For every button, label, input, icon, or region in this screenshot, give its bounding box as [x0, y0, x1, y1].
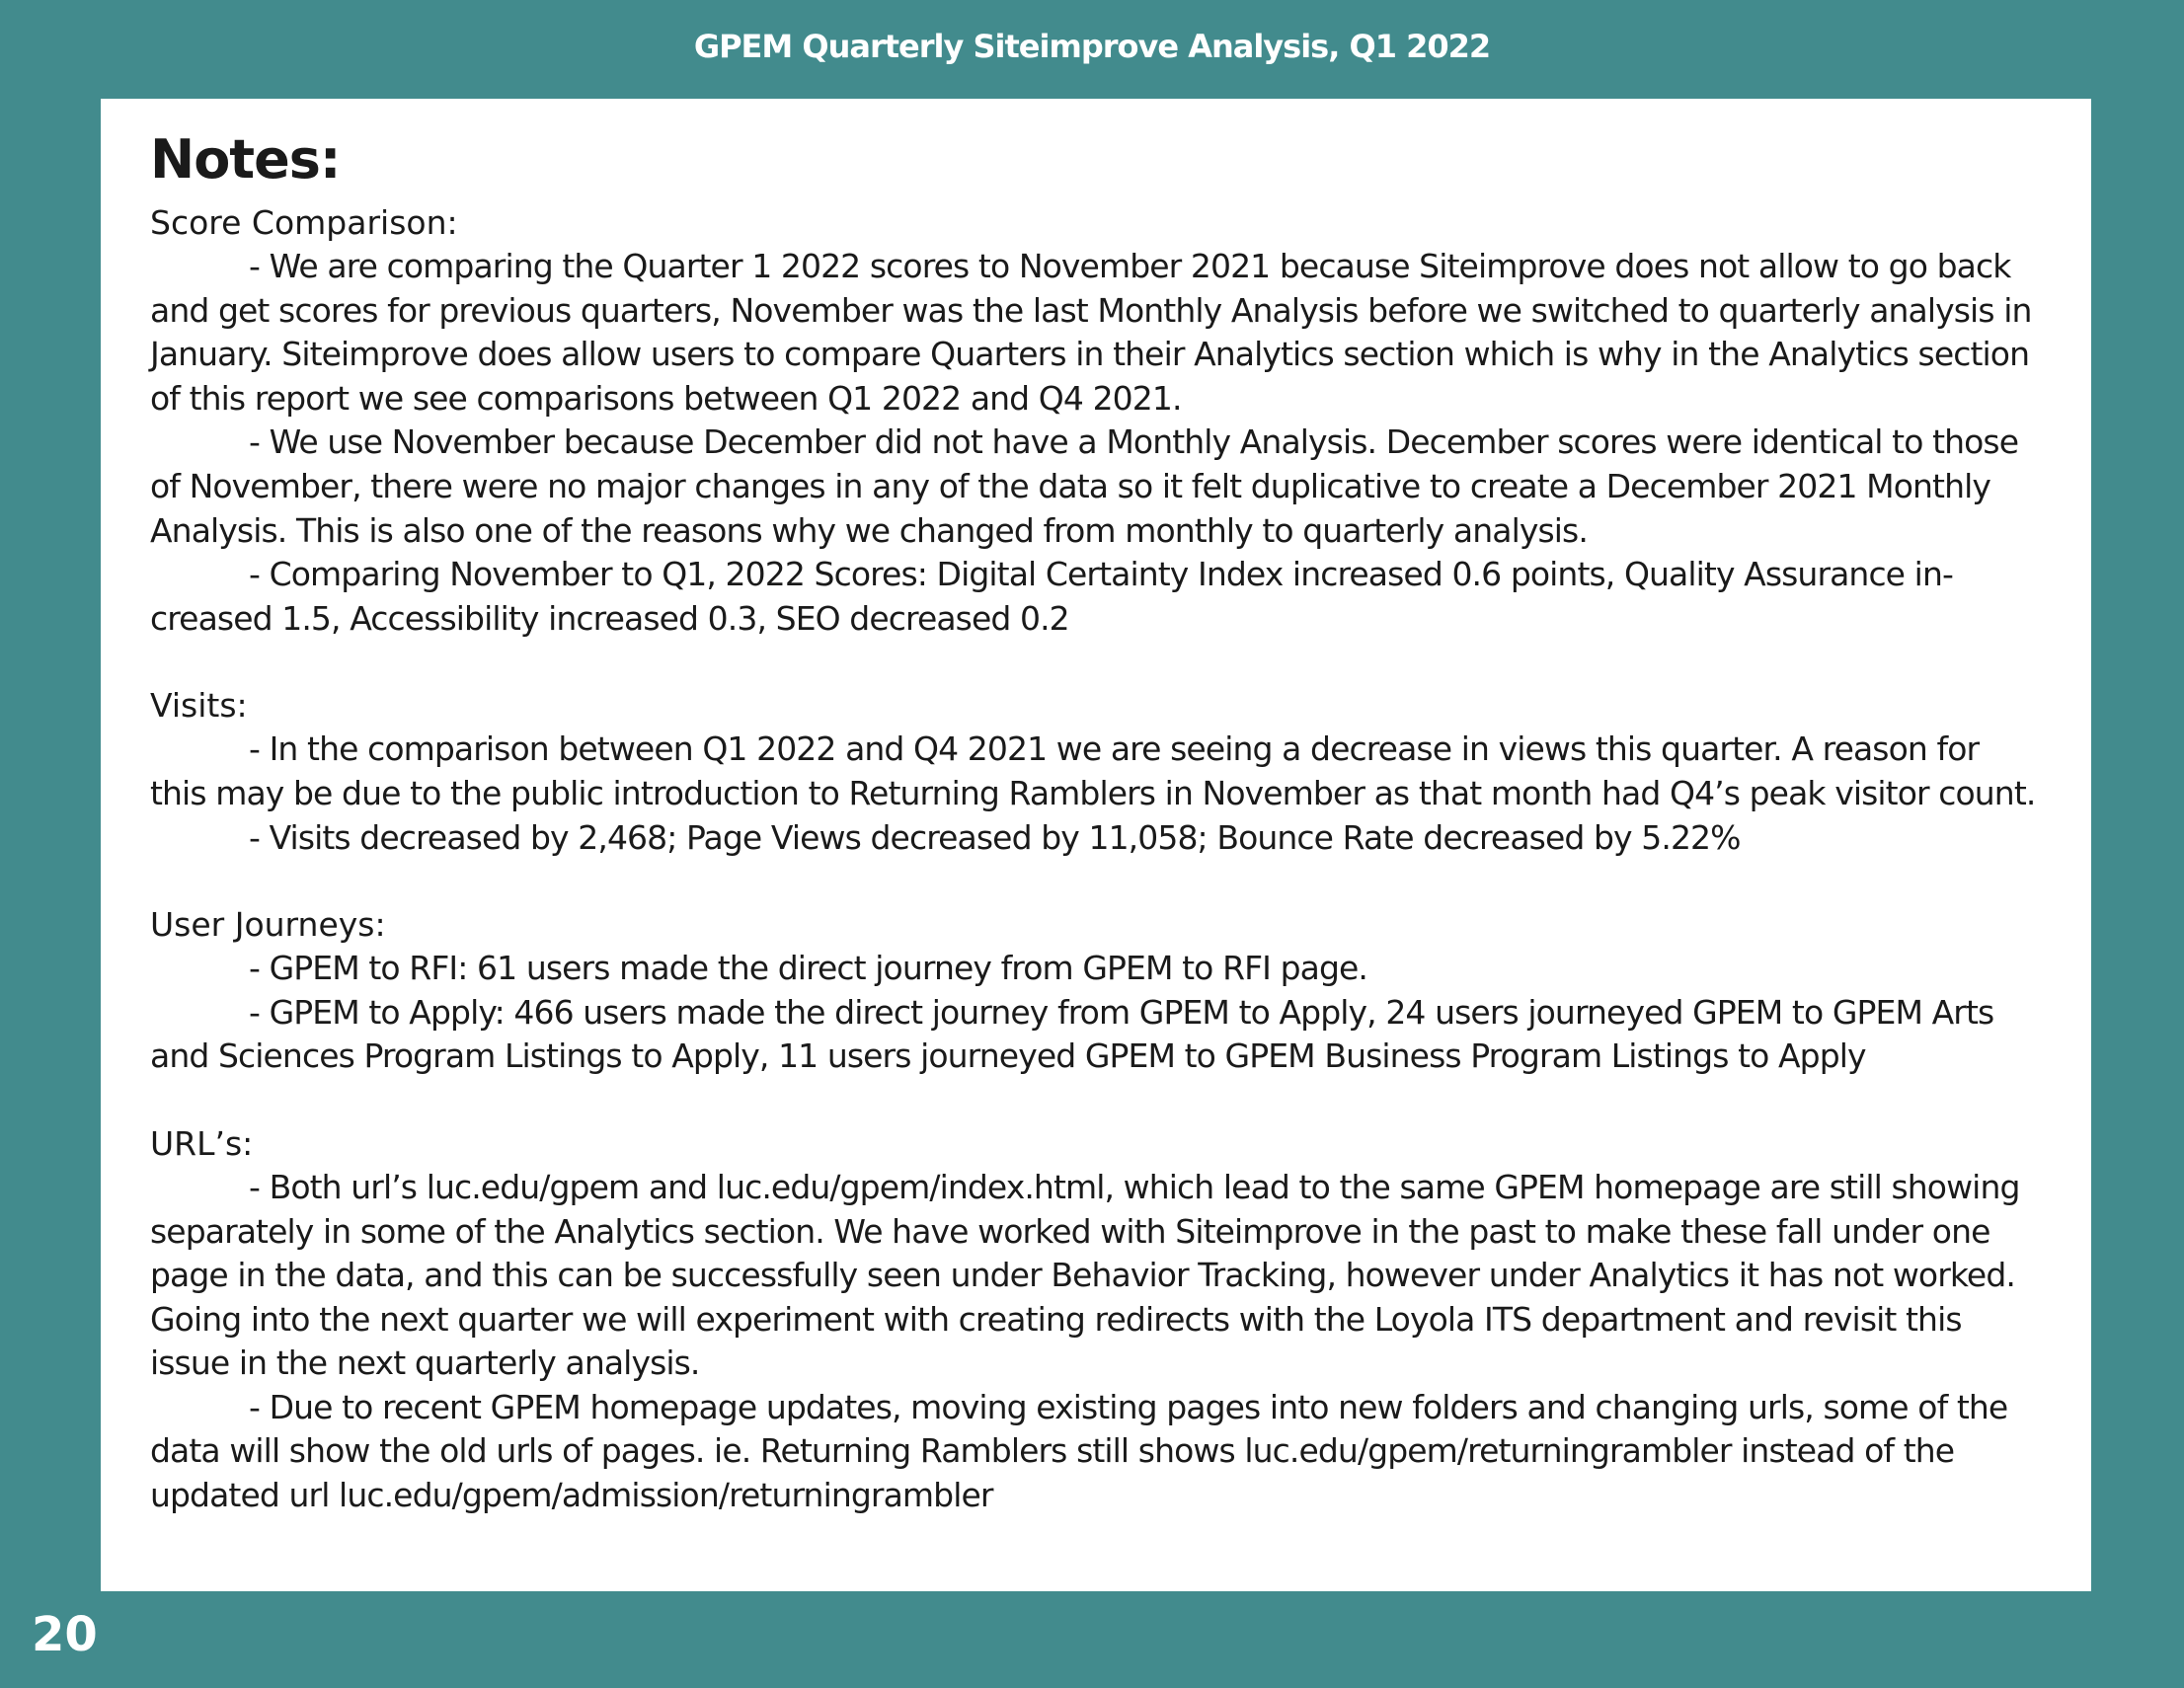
note-item: - Visits decreased by 2,468; Page Views …: [249, 817, 1741, 857]
section-heading: Visits:: [150, 686, 248, 726]
page-number: 20: [32, 1607, 98, 1662]
note-item: - GPEM to RFI: 61 users made the direct …: [249, 949, 1368, 988]
section-score-comparison: Score Comparison: - We are comparing the…: [150, 201, 2042, 641]
note-item: - GPEM to Apply: 466 users made the dire…: [150, 992, 1994, 1076]
section-user-journeys: User Journeys: - GPEM to RFI: 61 users m…: [150, 903, 2042, 1079]
note-item: - Comparing November to Q1, 2022 Scores:…: [150, 555, 1954, 638]
section-urls: URL’s: - Both url’s luc.edu/gpem and luc…: [150, 1122, 2042, 1518]
section-heading: User Journeys:: [150, 905, 386, 945]
note-item: - We are comparing the Quarter 1 2022 sc…: [150, 247, 2032, 418]
section-visits: Visits: - In the comparison between Q1 2…: [150, 684, 2042, 860]
note-item: - Both url’s luc.edu/gpem and luc.edu/gp…: [150, 1167, 2020, 1383]
note-item: - Due to recent GPEM homepage updates, m…: [150, 1387, 2008, 1515]
page-header-title: GPEM Quarterly Siteimprove Analysis, Q1 …: [693, 28, 1491, 65]
section-heading: URL’s:: [150, 1123, 254, 1163]
note-item: - In the comparison between Q1 2022 and …: [150, 729, 2036, 812]
notes-title: Notes:: [150, 128, 341, 191]
section-heading: Score Comparison:: [150, 203, 458, 242]
note-item: - We use November because December did n…: [150, 422, 2019, 550]
notes-panel: Notes: Score Comparison: - We are compar…: [101, 99, 2091, 1591]
